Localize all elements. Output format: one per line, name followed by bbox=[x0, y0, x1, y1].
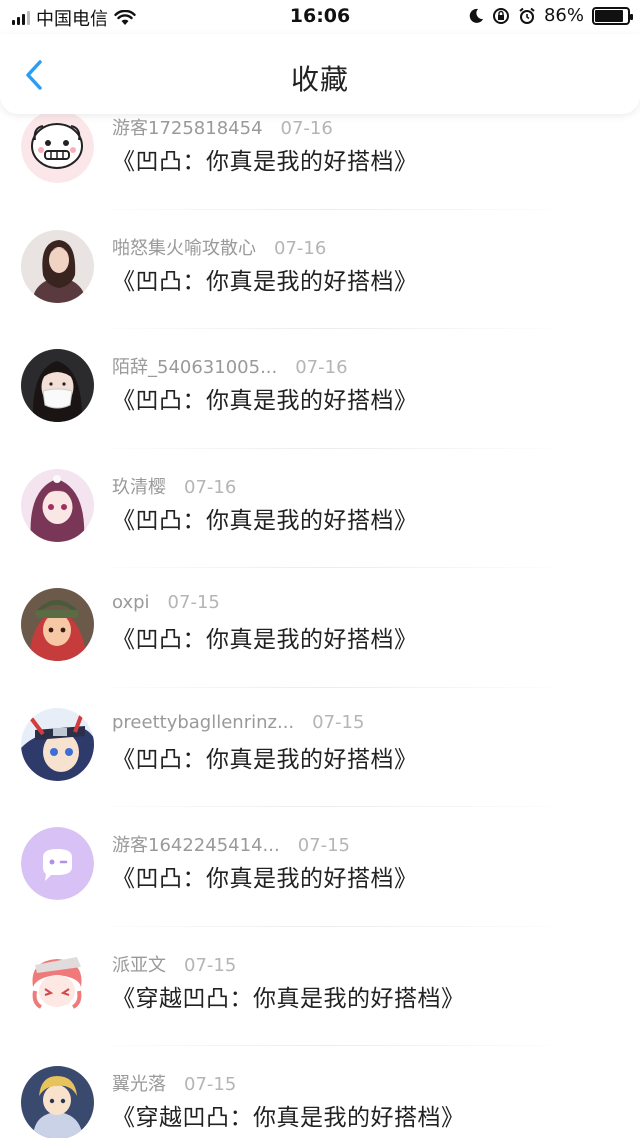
avatar[interactable] bbox=[21, 588, 94, 661]
username: 玖清樱 bbox=[112, 476, 166, 498]
page-title: 收藏 bbox=[290, 63, 349, 96]
date: 07-16 bbox=[274, 237, 327, 259]
username: 陌辞_540631005... bbox=[112, 357, 278, 378]
battery-percent: 86% bbox=[543, 5, 584, 26]
username: 啪怒集火喻攻散心 bbox=[112, 237, 256, 259]
list-item[interactable]: 翼光落 07-15 《穿越凹凸：你真是我的好搭档》 bbox=[0, 1046, 640, 1138]
item-title: 《凹凸：你真是我的好搭档》 bbox=[112, 388, 418, 414]
date: 07-15 bbox=[312, 711, 365, 733]
username: 游客1642245414... bbox=[112, 835, 280, 856]
nav-bar: 收藏 bbox=[0, 34, 640, 114]
battery-icon bbox=[592, 6, 633, 25]
username: 游客1725818454 bbox=[112, 118, 263, 139]
item-title: 《穿越凹凸：你真是我的好搭档》 bbox=[112, 1105, 465, 1131]
item-title: 《穿越凹凸：你真是我的好搭档》 bbox=[112, 985, 465, 1012]
item-title: 《凹凸：你真是我的好搭档》 bbox=[112, 866, 418, 892]
avatar[interactable] bbox=[21, 707, 94, 781]
list-item[interactable]: 游客1642245414... 07-15 《凹凸：你真是我的好搭档》 bbox=[0, 807, 640, 927]
status-right: 86% bbox=[468, 5, 633, 26]
date: 07-15 bbox=[184, 1074, 237, 1095]
item-title: 《凹凸：你真是我的好搭档》 bbox=[112, 746, 418, 773]
username: 翼光落 bbox=[112, 1074, 166, 1095]
list-item[interactable]: preettybagllenrinz... 07-15 《凹凸：你真是我的好搭档》 bbox=[0, 688, 640, 808]
item-meta: 啪怒集火喻攻散心 07-16 bbox=[112, 234, 326, 260]
avatar[interactable] bbox=[21, 468, 94, 542]
item-meta: preettybagllenrinz... 07-15 bbox=[112, 712, 364, 733]
item-meta: oxpi 07-15 bbox=[112, 592, 220, 613]
date: 07-16 bbox=[280, 118, 333, 139]
item-title: 《凹凸：你真是我的好搭档》 bbox=[112, 268, 418, 295]
item-meta: 游客1725818454 07-16 bbox=[112, 114, 333, 140]
status-bar: 中国电信 16:06 86% bbox=[0, 0, 640, 32]
date: 07-15 bbox=[297, 835, 350, 856]
list-item[interactable]: 玖清樱 07-16 《凹凸：你真是我的好搭档》 bbox=[0, 449, 640, 569]
list-item[interactable]: oxpi 07-15 《凹凸：你真是我的好搭档》 bbox=[0, 568, 640, 688]
date: 07-16 bbox=[295, 357, 348, 378]
avatar[interactable] bbox=[21, 1066, 94, 1138]
item-title: 《凹凸：你真是我的好搭档》 bbox=[112, 507, 418, 534]
username: oxpi bbox=[112, 592, 150, 613]
avatar[interactable] bbox=[21, 229, 94, 303]
username: preettybagllenrinz... bbox=[112, 711, 295, 733]
item-title: 《凹凸：你真是我的好搭档》 bbox=[112, 627, 418, 653]
avatar[interactable] bbox=[21, 827, 94, 900]
item-meta: 玖清樱 07-16 bbox=[112, 473, 236, 499]
rotation-lock-icon bbox=[492, 7, 509, 24]
date: 07-16 bbox=[184, 476, 237, 498]
date: 07-15 bbox=[167, 592, 220, 613]
list-item[interactable]: 派亚文 07-15 《穿越凹凸：你真是我的好搭档》 bbox=[0, 927, 640, 1047]
item-title: 《凹凸：你真是我的好搭档》 bbox=[112, 149, 418, 175]
list-item[interactable]: 啪怒集火喻攻散心 07-16 《凹凸：你真是我的好搭档》 bbox=[0, 210, 640, 330]
battery-level bbox=[595, 9, 623, 22]
date: 07-15 bbox=[184, 954, 237, 976]
avatar[interactable] bbox=[21, 349, 94, 422]
avatar[interactable] bbox=[21, 946, 94, 1020]
favorites-list: 游客1725818454 07-16 《凹凸：你真是我的好搭档》 啪怒集火喻攻散心… bbox=[0, 90, 640, 1138]
alarm-icon bbox=[519, 7, 535, 24]
avatar[interactable] bbox=[21, 110, 94, 183]
list-item[interactable]: 陌辞_540631005... 07-16 《凹凸：你真是我的好搭档》 bbox=[0, 329, 640, 449]
username: 派亚文 bbox=[112, 954, 166, 976]
item-meta: 陌辞_540631005... 07-16 bbox=[112, 353, 348, 379]
moon-icon bbox=[469, 8, 483, 23]
item-meta: 游客1642245414... 07-15 bbox=[112, 831, 350, 857]
item-meta: 翼光落 07-15 bbox=[112, 1070, 236, 1096]
item-meta: 派亚文 07-15 bbox=[112, 951, 236, 977]
